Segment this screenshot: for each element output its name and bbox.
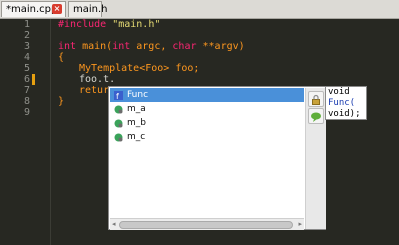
member-variable-icon xyxy=(114,105,123,114)
line-number: 9 xyxy=(23,107,30,118)
tooltip-parameters: void); xyxy=(328,109,361,119)
keyword: int xyxy=(112,41,131,52)
tab-label: main.h xyxy=(73,4,108,15)
comment-icon[interactable] xyxy=(308,108,324,124)
scroll-right-icon[interactable]: ▸ xyxy=(298,220,302,228)
line-number: 6 xyxy=(23,74,30,85)
autocomplete-item-label: Func xyxy=(127,90,149,100)
preprocessor-directive: #include xyxy=(58,19,107,30)
autocomplete-item-func[interactable]: f Func xyxy=(110,88,304,102)
code-line-4: { xyxy=(58,52,65,63)
code-text: main( xyxy=(76,41,113,52)
horizontal-scrollbar[interactable]: ◂ ▸ xyxy=(110,218,304,230)
include-string: "main.h" xyxy=(106,19,161,30)
autocomplete-item-label: m_a xyxy=(127,104,146,114)
code-line-6: foo.t. xyxy=(79,74,116,85)
keyword: char xyxy=(172,41,197,52)
code-text: **argv) xyxy=(196,41,245,52)
line-number-gutter: 1 2 3 4 5 6 7 8 9 xyxy=(0,19,48,245)
gutter-separator xyxy=(50,19,51,245)
line-number: 3 xyxy=(23,41,30,52)
autocomplete-item-m-a[interactable]: m_a xyxy=(110,102,304,116)
autocomplete-item-label: m_b xyxy=(127,118,146,128)
autocomplete-item-m-b[interactable]: m_b xyxy=(110,116,304,130)
autocomplete-side-panel xyxy=(305,88,326,229)
autocomplete-item-m-c[interactable]: m_c xyxy=(110,130,304,144)
tooltip-return-type: void xyxy=(328,87,350,97)
tab-label: *main.cpp xyxy=(6,4,58,15)
line-number: 8 xyxy=(23,96,30,107)
svg-text:f: f xyxy=(116,92,119,100)
member-variable-icon xyxy=(114,119,123,128)
function-signature-tooltip: void Func( void); xyxy=(325,86,367,120)
close-icon[interactable]: × xyxy=(52,4,62,14)
function-icon: f xyxy=(114,91,123,100)
autocomplete-popup: f Func m_a m_b m_c ◂ ▸ xyxy=(108,86,326,230)
line-number: 1 xyxy=(23,19,30,30)
autocomplete-list: f Func m_a m_b m_c xyxy=(110,88,304,217)
autocomplete-item-label: m_c xyxy=(127,132,146,142)
tab-bar: *main.cpp × main.h xyxy=(0,0,399,19)
line-number: 5 xyxy=(23,63,30,74)
member-variable-icon xyxy=(114,133,123,142)
scrollbar-thumb[interactable] xyxy=(119,221,293,229)
line-number: 7 xyxy=(23,85,30,96)
modified-line-marker xyxy=(32,74,35,85)
tab-main-h[interactable]: main.h xyxy=(68,1,108,17)
tooltip-function-name: Func( xyxy=(328,98,356,108)
code-line-1: #include "main.h" xyxy=(58,19,160,30)
code-line-3: int main(int argc, char **argv) xyxy=(58,41,245,52)
keyword: int xyxy=(58,41,77,52)
code-text: argc, xyxy=(130,41,173,52)
lock-icon[interactable] xyxy=(308,91,324,107)
code-line-5: MyTemplate<Foo> foo; xyxy=(79,63,200,74)
line-number: 2 xyxy=(23,30,30,41)
scroll-left-icon[interactable]: ◂ xyxy=(112,220,116,228)
line-number: 4 xyxy=(23,52,30,63)
code-line-8: } xyxy=(58,96,65,107)
tab-main-cpp[interactable]: *main.cpp × xyxy=(1,1,66,17)
